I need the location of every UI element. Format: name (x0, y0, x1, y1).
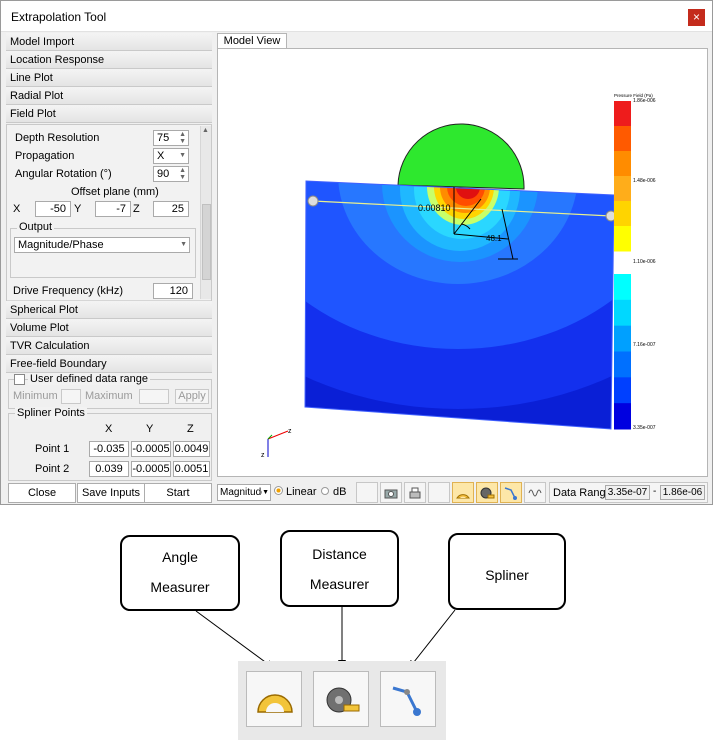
zoom-distance-measurer-button (313, 671, 369, 727)
zoomed-tool-buttons (238, 661, 446, 740)
angle-measurer-icon (257, 694, 293, 713)
callout-arrows (195, 607, 456, 669)
spliner-icon (392, 686, 421, 716)
zoom-angle-measurer-button (246, 671, 302, 727)
distance-measurer-icon (326, 687, 360, 713)
zoom-spliner-button (380, 671, 436, 727)
